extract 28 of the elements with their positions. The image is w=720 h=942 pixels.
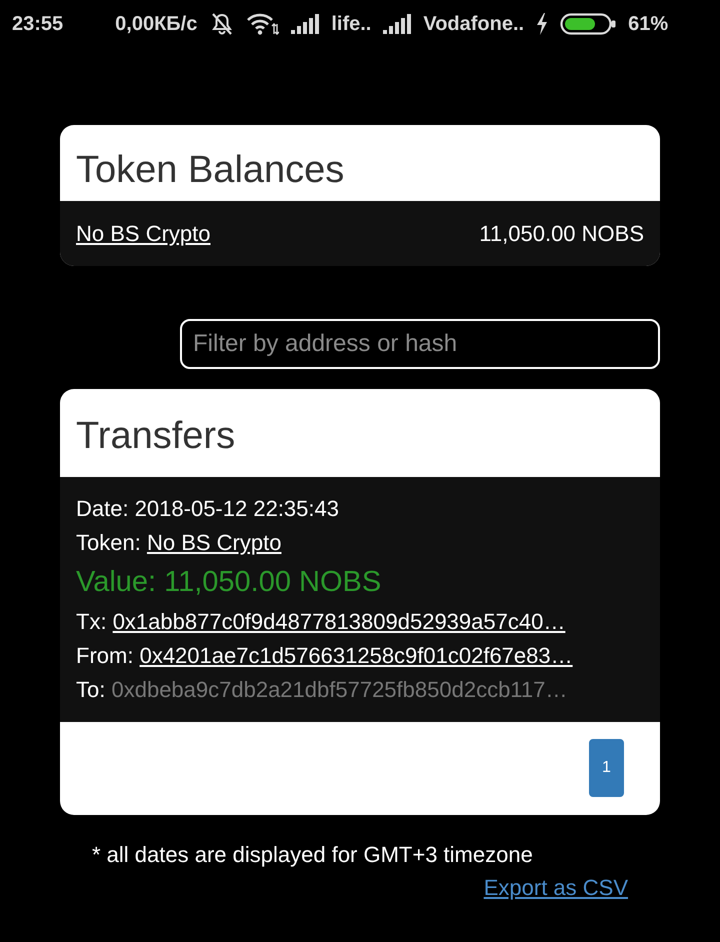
field-label: Tx: [76,609,107,634]
battery-icon [560,12,616,36]
page-button[interactable]: 1 [589,739,624,797]
from-address-link[interactable]: 0x4201ae7c1d576631258c9f01c02f67e83… [140,643,573,668]
tx-hash-link[interactable]: 0x1abb877c0f9d4877813809d52939a57c40… [112,609,566,634]
field-label: Token: [76,530,141,555]
balance-amount: 11,050.00 NOBS [479,220,644,248]
token-link[interactable]: No BS Crypto [76,217,210,250]
clock-time: 23:55 [12,12,64,37]
field-label: From: [76,643,134,668]
charging-bolt-icon [536,13,548,35]
carrier-name: Vodafone.. [423,12,524,37]
token-link[interactable]: No BS Crypto [146,530,282,555]
transfer-value: Value: 11,050.00 NOBS [76,565,382,600]
signal-icon [383,14,412,34]
battery-percent: 61% [628,12,668,37]
export-csv-link[interactable]: Export as CSV [484,871,628,904]
filter-input[interactable]: Filter by address or hash [180,319,660,369]
card-title: Transfers [76,414,236,459]
card-title: Token Balances [76,148,346,193]
transfer-date: Date: 2018-05-12 22:35:43 [76,495,340,523]
network-speed: 0,00КБ/с [115,12,198,37]
carrier-name: life.. [331,12,372,37]
wifi-icon [247,13,280,35]
to-address-text: 0xdbeba9c7db2a21dbf57725fb850d2ccb117… [111,677,568,702]
footnote-text: * all dates are displayed for GMT+3 timezone [91,841,534,869]
signal-icon [291,14,320,34]
field-label: To: [76,677,106,702]
